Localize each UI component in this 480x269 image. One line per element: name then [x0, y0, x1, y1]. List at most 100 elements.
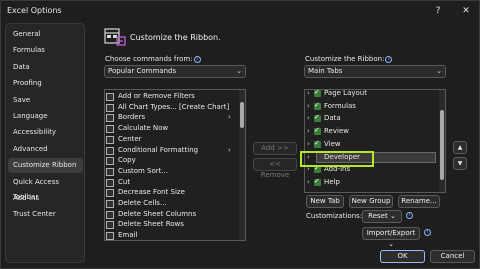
choose-commands-label: Choose commands from: i	[105, 55, 201, 63]
list-item[interactable]: Custom Sort...	[106, 166, 236, 177]
command-icon	[106, 103, 114, 112]
expand-chevron-icon[interactable]: ›	[307, 126, 310, 137]
command-icon	[106, 157, 114, 166]
tab-label: Data	[324, 114, 341, 123]
commands-list[interactable]: Add or Remove Filters All Chart Types... …	[104, 89, 246, 241]
command-icon	[106, 114, 114, 123]
customize-ribbon-dropdown[interactable]: Main Tabs ⌄	[304, 65, 446, 78]
command-label: Delete Cells...	[118, 199, 167, 207]
chevron-down-icon: ⌄	[388, 240, 394, 248]
sidebar-item-save[interactable]: Save	[8, 93, 83, 108]
list-item[interactable]: Delete Sheet Rows	[106, 219, 236, 230]
list-item[interactable]: Center	[106, 134, 236, 145]
move-up-button[interactable]: ▲	[453, 141, 467, 154]
sidebar-item-general[interactable]: General	[8, 27, 83, 42]
list-item[interactable]: Conditional Formatting ›	[106, 145, 236, 156]
cancel-button[interactable]: Cancel	[430, 250, 475, 263]
submenu-arrow-icon: ›	[228, 145, 231, 154]
tab-label: Help	[324, 177, 340, 186]
sidebar-item-trust-center[interactable]: Trust Center	[8, 207, 83, 222]
import-export-dropdown[interactable]: Import/Export ⌄	[362, 227, 420, 248]
checkbox-checked-icon[interactable]	[314, 164, 321, 174]
rename-button[interactable]: Rename...	[398, 195, 440, 208]
checkbox-checked-icon[interactable]	[314, 113, 321, 123]
command-icon	[106, 200, 114, 208]
list-item[interactable]: Borders ›	[106, 112, 236, 123]
tab-item-page-layout[interactable]: › Page Layout	[306, 89, 436, 99]
tab-label: Page Layout	[324, 89, 367, 97]
sidebar-item-proofing[interactable]: Proofing	[8, 76, 83, 91]
expand-chevron-icon[interactable]: ›	[307, 90, 310, 99]
chevron-down-icon: ⌄	[236, 67, 242, 75]
title-bar: Excel Options ? ✕	[1, 1, 479, 21]
help-button[interactable]: ?	[431, 4, 445, 18]
options-sidebar: General Formulas Data Proofing Save Language A…	[5, 23, 85, 263]
choose-commands-dropdown[interactable]: Popular Commands ⌄	[104, 65, 246, 78]
sidebar-item-formulas[interactable]: Formulas	[8, 43, 83, 58]
checkbox-checked-icon[interactable]	[314, 177, 321, 186]
sidebar-item-data[interactable]: Data	[8, 60, 83, 75]
list-item[interactable]: Email	[106, 230, 236, 240]
ok-button[interactable]: OK	[380, 250, 425, 263]
tab-item-review[interactable]: › Review	[306, 126, 436, 137]
checkbox-checked-icon[interactable]	[314, 90, 321, 97]
add-button[interactable]: Add >>	[253, 142, 297, 155]
expand-chevron-icon[interactable]: ›	[307, 101, 310, 112]
list-item[interactable]: Add or Remove Filters	[106, 91, 236, 102]
tab-item-help[interactable]: › Help	[306, 177, 436, 188]
page-heading: Customize the Ribbon.	[130, 33, 221, 42]
command-icon	[106, 135, 114, 144]
list-item[interactable]: Delete Cells...	[106, 198, 236, 209]
tabs-scroll-thumb[interactable]	[440, 110, 444, 180]
expand-chevron-icon[interactable]: ›	[307, 139, 310, 150]
list-item[interactable]: Copy	[106, 155, 236, 166]
tab-item-view[interactable]: › View	[306, 139, 436, 150]
sidebar-item-add-ins[interactable]: Add-ins	[8, 191, 83, 206]
command-label: Cut	[118, 177, 131, 186]
tab-item-formulas[interactable]: › Formulas	[306, 101, 436, 112]
move-down-button[interactable]: ▼	[453, 157, 467, 170]
commands-scroll-thumb[interactable]	[240, 102, 244, 128]
tab-label: Formulas	[324, 101, 356, 110]
tab-item-data[interactable]: › Data	[306, 113, 436, 124]
info-icon: i	[406, 212, 413, 219]
checkbox-checked-icon[interactable]	[314, 101, 321, 110]
info-icon: i	[385, 56, 393, 63]
list-item[interactable]: All Chart Types... [Create Chart]	[106, 102, 236, 113]
list-item[interactable]: Cut	[106, 177, 236, 188]
command-label: Calculate Now	[118, 124, 169, 133]
remove-button[interactable]: << Remove	[253, 158, 297, 179]
list-item[interactable]: Decrease Font Size	[106, 187, 236, 198]
command-label: Borders	[118, 113, 146, 122]
expand-chevron-icon[interactable]: ›	[307, 177, 310, 188]
list-item[interactable]: Delete Sheet Columns	[106, 209, 236, 220]
sidebar-item-accessibility[interactable]: Accessibility	[8, 125, 83, 140]
dialog-title: Excel Options	[7, 6, 62, 15]
developer-highlight-box	[300, 151, 374, 167]
list-item[interactable]: Calculate Now	[106, 123, 236, 134]
close-button[interactable]: ✕	[459, 4, 473, 18]
reset-dropdown[interactable]: Reset ⌄	[362, 210, 402, 223]
command-icon	[106, 232, 114, 240]
expand-chevron-icon[interactable]: ›	[307, 113, 310, 124]
checkbox-checked-icon[interactable]	[314, 126, 321, 136]
sidebar-item-quick-access-toolbar[interactable]: Quick Access Toolbar	[8, 175, 83, 201]
new-tab-button[interactable]: New Tab	[306, 195, 344, 208]
sidebar-item-language[interactable]: Language	[8, 109, 83, 124]
command-label: Delete Sheet Columns	[118, 209, 197, 218]
command-label: Decrease Font Size	[118, 188, 185, 197]
customizations-label: Customizations:	[306, 212, 363, 220]
tabs-scrollbar[interactable]	[439, 90, 445, 192]
command-label: Custom Sort...	[118, 166, 169, 175]
command-icon	[106, 210, 114, 219]
customize-ribbon-icon	[104, 28, 126, 46]
new-group-button[interactable]: New Group	[349, 195, 393, 208]
ribbon-tabs-tree[interactable]: ›Page Layout›Formulas›Data›Review›View›D…	[304, 89, 446, 193]
checkbox-checked-icon[interactable]	[314, 139, 321, 148]
sidebar-item-customize-ribbon[interactable]: Customize Ribbon	[8, 158, 83, 174]
tab-label: View	[324, 139, 341, 148]
sidebar-item-advanced[interactable]: Advanced	[8, 142, 83, 157]
customize-ribbon-label: Customize the Ribbon: i	[305, 55, 393, 63]
commands-scrollbar[interactable]	[239, 90, 245, 240]
tab-label: Review	[324, 127, 349, 136]
